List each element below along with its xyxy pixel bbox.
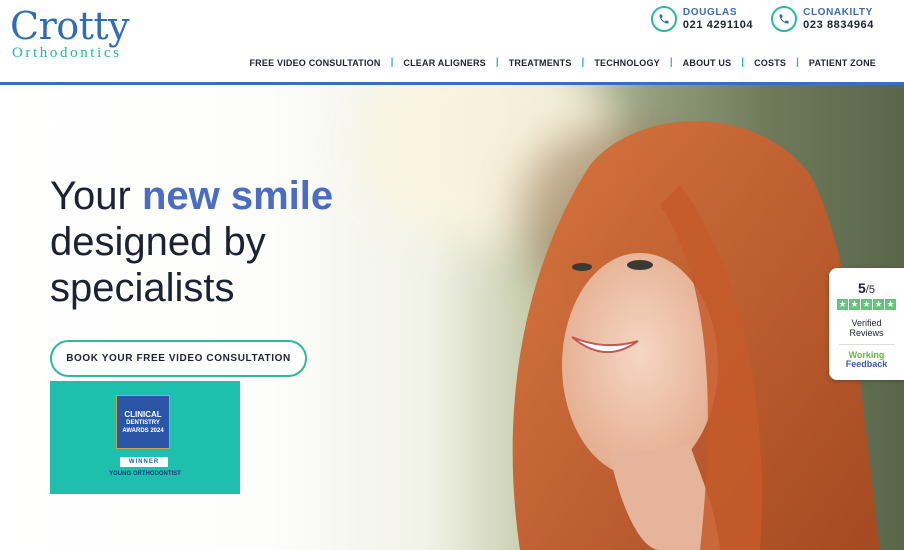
nav-separator: | [796,57,799,68]
award-line1: CLINICAL [124,409,162,419]
star-rating: ★ ★ ★ ★ ★ [829,299,904,310]
phone-contacts: DOUGLAS 021 4291104 CLONAKILTY 023 88349… [650,6,874,32]
nav-costs[interactable]: COSTS [754,58,786,68]
phone-number: 023 8834964 [803,19,874,31]
nav-separator: | [581,57,585,68]
phone-icon [771,6,798,32]
nav-clear-aligners[interactable]: CLEAR ALIGNERS [403,58,485,68]
eye-right [627,260,653,270]
nav-separator: | [390,57,394,68]
phone-icon [650,6,677,32]
headline-accent: new smile [141,174,334,218]
nav-treatments[interactable]: TREATMENTS [509,58,572,68]
nav-free-video-consultation[interactable]: FREE VIDEO CONSULTATION [249,58,380,68]
headline-line2: designed by [50,220,266,264]
brand-line2: Feedback [845,359,888,369]
eye-left [572,263,592,271]
nav-about-us[interactable]: ABOUT US [683,58,732,68]
star-icon: ★ [837,299,848,310]
nav-technology[interactable]: TECHNOLOGY [594,58,660,68]
phone-location: CLONAKILTY [803,7,873,18]
headline-prefix: Your [50,174,142,218]
logo[interactable]: Crotty Orthodontics [10,4,130,61]
nav-separator: | [741,57,745,68]
nav-separator: | [495,57,499,68]
award-emblem: CLINICAL DENTISTRY AWARDS 2024 [116,395,170,449]
logo-wordmark: Crotty [10,4,130,48]
main-nav: FREE VIDEO CONSULTATION | CLEAR ALIGNERS… [249,57,876,68]
award-line3: AWARDS 2024 [122,427,164,434]
award-category: YOUNG ORTHODONTIST [109,471,181,477]
phone-number: 021 4291104 [682,19,754,31]
nav-separator: | [669,57,673,68]
headline-line3: specialists [50,266,235,310]
phone-clonakilty[interactable]: CLONAKILTY 023 8834964 [771,6,874,32]
logo-subtitle: Orthodontics [12,45,122,61]
phone-douglas[interactable]: DOUGLAS 021 4291104 [650,6,754,32]
award-winner-ribbon: WINNER [120,457,168,467]
review-score-max: /5 [865,284,875,296]
verified-label-line2: Reviews [849,328,884,338]
award-line2: DENTISTRY [126,419,160,426]
book-consultation-button[interactable]: BOOK YOUR FREE VIDEO CONSULTATION [50,340,307,377]
hero-headline: Your new smile designed by specialists [50,173,333,311]
review-score: 5/5 [829,280,904,296]
star-icon: ★ [861,299,872,310]
verified-reviews-label: Verified Reviews [829,318,904,338]
reviews-widget[interactable]: 5/5 ★ ★ ★ ★ ★ Verified Reviews Working F… [829,268,904,380]
review-score-value: 5 [858,280,866,296]
star-icon: ★ [849,299,860,310]
reviews-divider [838,344,895,345]
site-header: Crotty Orthodontics DOUGLAS 021 4291104 … [0,0,904,85]
star-icon: ★ [873,299,884,310]
hero-section: Your new smile designed by specialists B… [0,85,904,550]
award-badge: CLINICAL DENTISTRY AWARDS 2024 WINNER YO… [50,381,240,494]
working-feedback-logo: Working Feedback [829,351,904,369]
star-icon: ★ [885,299,896,310]
nav-patient-zone[interactable]: PATIENT ZONE [809,58,876,68]
phone-location: DOUGLAS [682,7,738,18]
verified-label-line1: Verified [851,318,882,328]
